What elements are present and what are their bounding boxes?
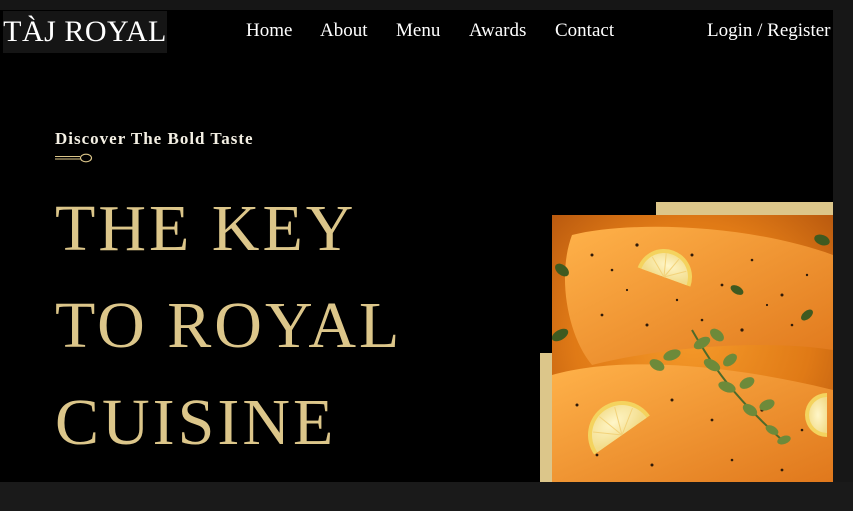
vertical-scrollbar[interactable] [833,10,853,482]
browser-frame: TÀJ ROYAL Home About Menu Awards Contact… [0,0,853,511]
hero-eyebrow: Discover The Bold Taste [55,129,254,148]
salmon-dish-photo [552,215,833,482]
hero-headline-line-3: CUISINE [55,386,337,459]
page-viewport: TÀJ ROYAL Home About Menu Awards Contact… [0,10,833,482]
hero-headline-line-1: THE KEY [55,192,357,265]
nav-home[interactable]: Home [246,20,292,42]
login-register-link[interactable]: Login / Register [707,20,830,42]
bottom-bar [0,482,853,511]
nav-awards[interactable]: Awards [469,20,526,42]
spoon-icon [55,153,93,163]
top-strip [0,0,853,10]
hero-headline-line-2: TO ROYAL [55,289,403,362]
nav-menu[interactable]: Menu [396,20,440,42]
nav-contact[interactable]: Contact [555,20,614,42]
nav-about[interactable]: About [320,20,368,42]
